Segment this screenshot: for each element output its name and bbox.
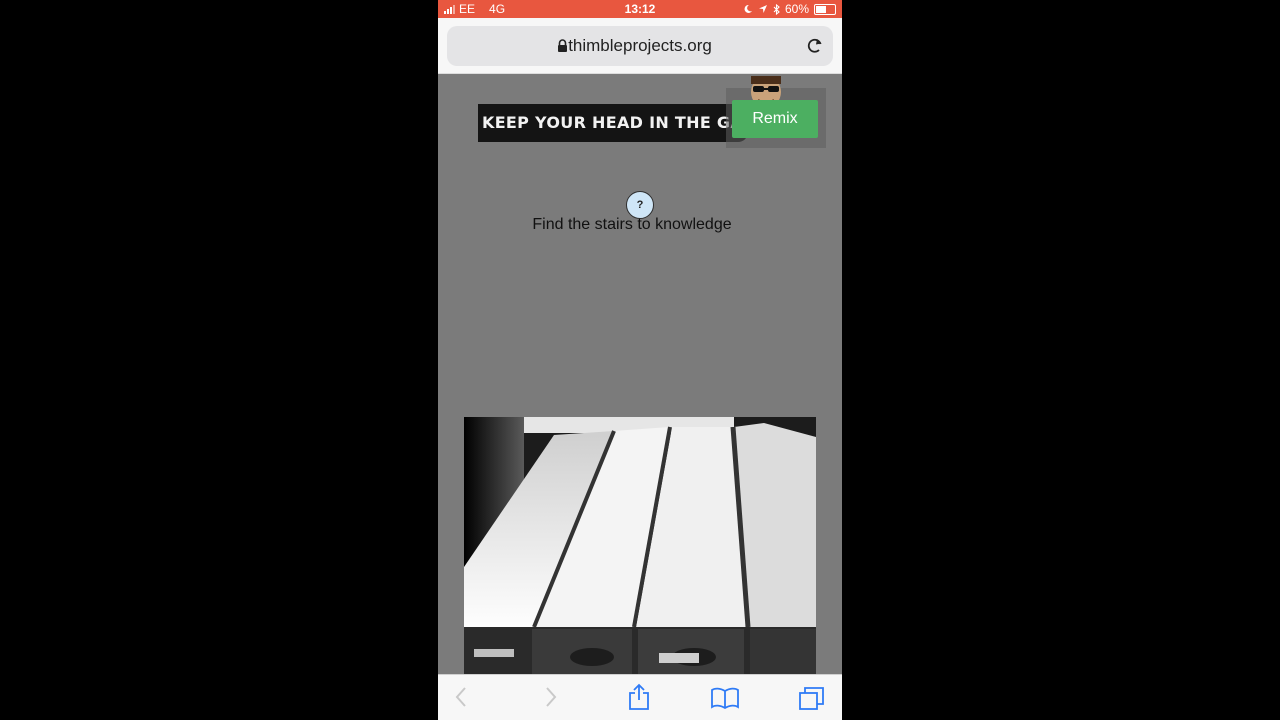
banner-text: KEEP YOUR HEAD IN THE GA bbox=[482, 113, 744, 132]
bookmarks-icon[interactable] bbox=[710, 687, 740, 709]
title-banner: KEEP YOUR HEAD IN THE GA bbox=[478, 104, 748, 142]
battery-percent: 60% bbox=[784, 2, 809, 16]
help-question-icon[interactable]: ? bbox=[626, 191, 654, 219]
address-bar-area: thimbleprojects.org bbox=[438, 18, 842, 74]
phone-screen: EE 4G 13:12 60% thimbleprojects.org KEEP… bbox=[438, 0, 842, 720]
forward-icon[interactable] bbox=[544, 686, 558, 708]
bookshelf-photo[interactable] bbox=[464, 417, 816, 674]
safari-toolbar bbox=[438, 674, 842, 720]
status-right: 60% bbox=[743, 0, 836, 18]
reload-icon[interactable] bbox=[805, 36, 825, 56]
battery-icon bbox=[814, 3, 836, 15]
riddle-prompt: Find the stairs to knowledge bbox=[532, 216, 732, 233]
share-icon[interactable] bbox=[626, 683, 652, 711]
tabs-icon[interactable] bbox=[798, 685, 826, 711]
web-page-content: KEEP YOUR HEAD IN THE GA Remix ? Find th… bbox=[438, 74, 842, 674]
status-bar: EE 4G 13:12 60% bbox=[438, 0, 842, 18]
location-icon bbox=[758, 5, 767, 13]
back-icon[interactable] bbox=[454, 686, 468, 708]
bluetooth-icon bbox=[773, 3, 780, 15]
moon-icon bbox=[744, 4, 752, 13]
remix-button[interactable]: Remix bbox=[732, 100, 818, 138]
url-text: thimbleprojects.org bbox=[568, 36, 712, 55]
address-bar[interactable]: thimbleprojects.org bbox=[447, 26, 833, 66]
